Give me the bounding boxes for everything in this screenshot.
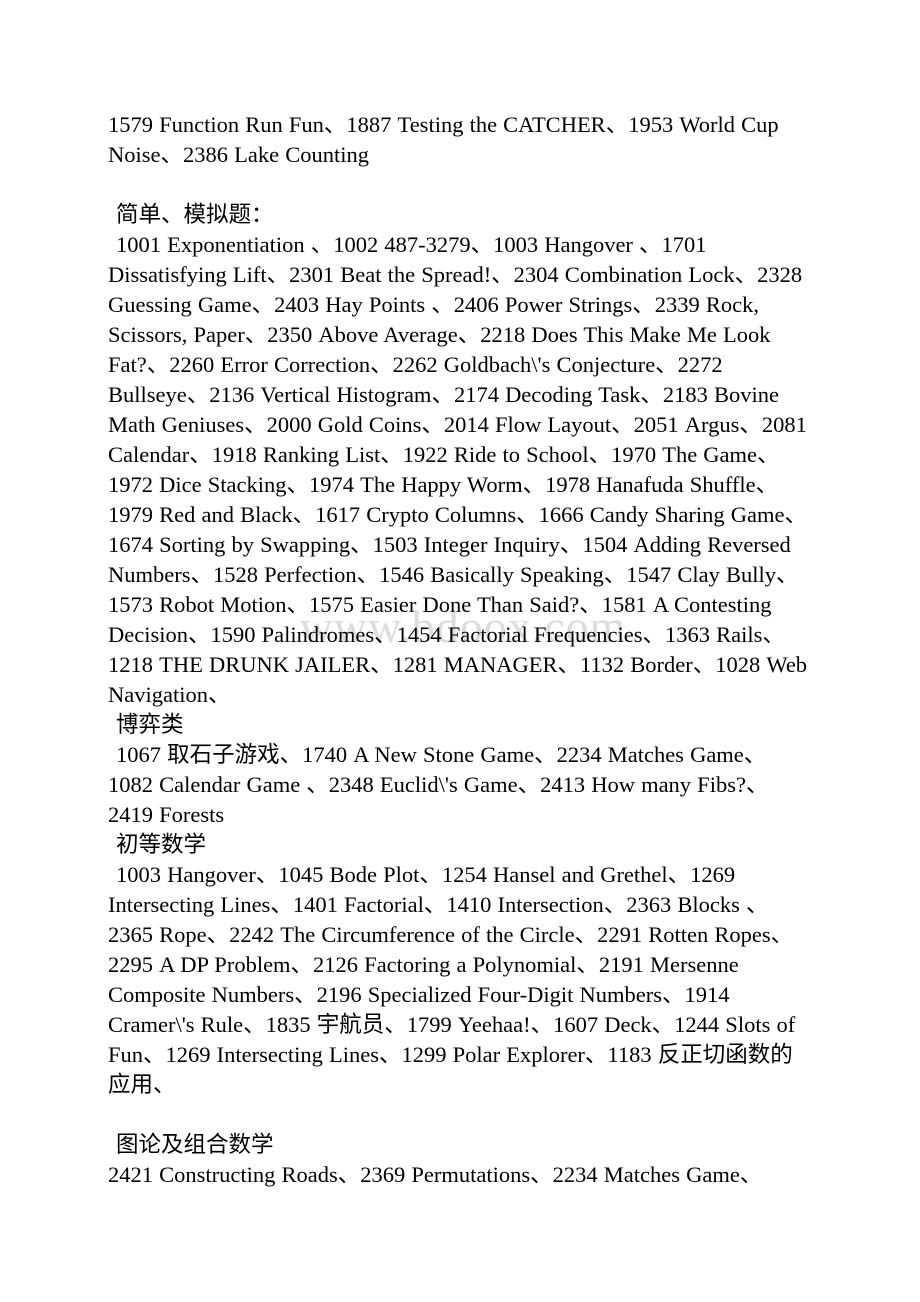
heading-graph-combinatorics: 图论及组合数学 — [116, 1132, 274, 1158]
document-body: 1579 Function Run Fun、1887 Testing the C… — [108, 110, 808, 1190]
heading-game-theory: 博弈类 — [116, 712, 184, 738]
paragraph-simple-simulation-list: 1001 Exponentiation 、1002 487-3279、1003 … — [108, 232, 808, 707]
paragraph-game-theory-list: 1067 取石子游戏、1740 A New Stone Game、2234 Ma… — [108, 742, 769, 827]
document-page: www.bdoox.com 1579 Function Run Fun、1887… — [0, 0, 920, 1302]
heading-simple-simulation: 简单、模拟题： — [116, 202, 274, 228]
heading-elementary-math: 初等数学 — [116, 832, 207, 858]
paragraph-graph-combinatorics-list: 2421 Constructing Roads、2369 Permutation… — [108, 1162, 763, 1187]
paragraph-elementary-math-list: 1003 Hangover、1045 Bode Plot、1254 Hansel… — [108, 862, 796, 1097]
paragraph-intro-list: 1579 Function Run Fun、1887 Testing the C… — [108, 112, 779, 167]
